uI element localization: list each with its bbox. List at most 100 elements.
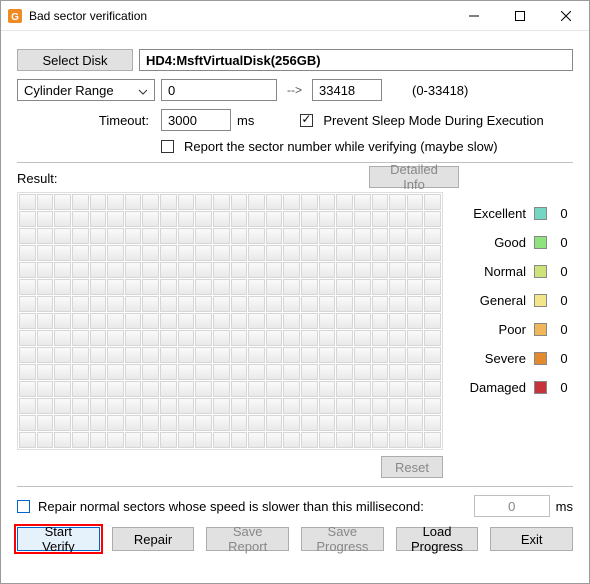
sector-cell bbox=[248, 279, 265, 295]
sector-cell bbox=[195, 211, 212, 227]
sector-cell bbox=[125, 347, 142, 363]
sector-cell bbox=[213, 262, 230, 278]
sector-cell bbox=[424, 245, 441, 261]
legend-name: Normal bbox=[464, 264, 526, 279]
sector-cell bbox=[424, 262, 441, 278]
sector-cell bbox=[354, 228, 371, 244]
legend-item: Normal 0 bbox=[457, 264, 573, 279]
sector-cell bbox=[213, 432, 230, 448]
start-verify-button[interactable]: Start Verify bbox=[17, 527, 100, 551]
legend-name: Damaged bbox=[464, 380, 526, 395]
sector-cell bbox=[354, 381, 371, 397]
save-progress-button[interactable]: Save Progress bbox=[301, 527, 384, 551]
sector-cell bbox=[372, 364, 389, 380]
sector-cell bbox=[372, 415, 389, 431]
range-mode-select[interactable]: Cylinder Range bbox=[17, 79, 155, 101]
sector-cell bbox=[248, 228, 265, 244]
prevent-sleep-checkbox[interactable] bbox=[300, 114, 313, 127]
range-start-input[interactable] bbox=[161, 79, 277, 101]
reset-button[interactable]: Reset bbox=[381, 456, 443, 478]
sector-cell bbox=[424, 279, 441, 295]
sector-cell bbox=[125, 313, 142, 329]
sector-cell bbox=[19, 262, 36, 278]
sector-cell bbox=[283, 262, 300, 278]
sector-cell bbox=[195, 262, 212, 278]
sector-cell bbox=[407, 228, 424, 244]
sector-cell bbox=[248, 296, 265, 312]
sector-cell bbox=[231, 194, 248, 210]
sector-cell bbox=[319, 313, 336, 329]
sector-cell bbox=[125, 211, 142, 227]
range-end-input[interactable] bbox=[312, 79, 382, 101]
sector-cell bbox=[37, 194, 54, 210]
sector-cell bbox=[336, 245, 353, 261]
sector-cell bbox=[125, 296, 142, 312]
sector-cell bbox=[90, 364, 107, 380]
sector-cell bbox=[319, 245, 336, 261]
sector-cell bbox=[336, 228, 353, 244]
sector-cell bbox=[336, 211, 353, 227]
sector-cell bbox=[248, 211, 265, 227]
sector-cell bbox=[389, 245, 406, 261]
sector-cell bbox=[301, 381, 318, 397]
sector-cell bbox=[72, 228, 89, 244]
sector-cell bbox=[178, 245, 195, 261]
detailed-info-button[interactable]: Detailed Info bbox=[369, 166, 459, 188]
sector-cell bbox=[178, 415, 195, 431]
sector-cell bbox=[336, 398, 353, 414]
sector-grid bbox=[17, 192, 443, 450]
sector-cell bbox=[142, 279, 159, 295]
sector-cell bbox=[372, 347, 389, 363]
sector-cell bbox=[160, 313, 177, 329]
sector-cell bbox=[283, 330, 300, 346]
report-sector-checkbox[interactable] bbox=[161, 140, 174, 153]
repair-slow-checkbox[interactable] bbox=[17, 500, 30, 513]
load-progress-button[interactable]: Load Progress bbox=[396, 527, 479, 551]
timeout-label: Timeout: bbox=[17, 113, 155, 128]
sector-cell bbox=[319, 194, 336, 210]
sector-cell bbox=[90, 245, 107, 261]
sector-cell bbox=[19, 228, 36, 244]
sector-cell bbox=[72, 262, 89, 278]
repair-ms-unit: ms bbox=[556, 499, 573, 514]
repair-ms-input[interactable] bbox=[474, 495, 550, 517]
sector-cell bbox=[178, 330, 195, 346]
sector-cell bbox=[19, 347, 36, 363]
range-hint: (0-33418) bbox=[412, 83, 468, 98]
legend: Excellent0Good0Normal0General0Poor0Sever… bbox=[443, 192, 573, 450]
sector-cell bbox=[90, 330, 107, 346]
legend-item: Good0 bbox=[457, 235, 573, 250]
sector-cell bbox=[72, 364, 89, 380]
legend-count: 0 bbox=[555, 206, 573, 221]
legend-count: 0 bbox=[555, 293, 573, 308]
sector-cell bbox=[107, 364, 124, 380]
legend-name: Poor bbox=[464, 322, 526, 337]
legend-count: 0 bbox=[555, 264, 573, 279]
sector-cell bbox=[213, 415, 230, 431]
sector-cell bbox=[125, 228, 142, 244]
select-disk-button[interactable]: Select Disk bbox=[17, 49, 133, 71]
minimize-button[interactable] bbox=[451, 1, 497, 30]
sector-cell bbox=[372, 245, 389, 261]
maximize-button[interactable] bbox=[497, 1, 543, 30]
timeout-input[interactable] bbox=[161, 109, 231, 131]
sector-cell bbox=[107, 330, 124, 346]
sector-cell bbox=[266, 347, 283, 363]
sector-cell bbox=[37, 245, 54, 261]
save-report-button[interactable]: Save Report bbox=[206, 527, 289, 551]
timeout-unit: ms bbox=[237, 113, 254, 128]
close-button[interactable] bbox=[543, 1, 589, 30]
repair-button[interactable]: Repair bbox=[112, 527, 195, 551]
sector-cell bbox=[266, 194, 283, 210]
sector-cell bbox=[90, 381, 107, 397]
exit-button[interactable]: Exit bbox=[490, 527, 573, 551]
sector-cell bbox=[301, 228, 318, 244]
sector-cell bbox=[90, 211, 107, 227]
sector-cell bbox=[160, 279, 177, 295]
sector-cell bbox=[319, 228, 336, 244]
sector-cell bbox=[213, 296, 230, 312]
sector-cell bbox=[90, 313, 107, 329]
sector-cell bbox=[195, 347, 212, 363]
sector-cell bbox=[301, 211, 318, 227]
sector-cell bbox=[266, 228, 283, 244]
